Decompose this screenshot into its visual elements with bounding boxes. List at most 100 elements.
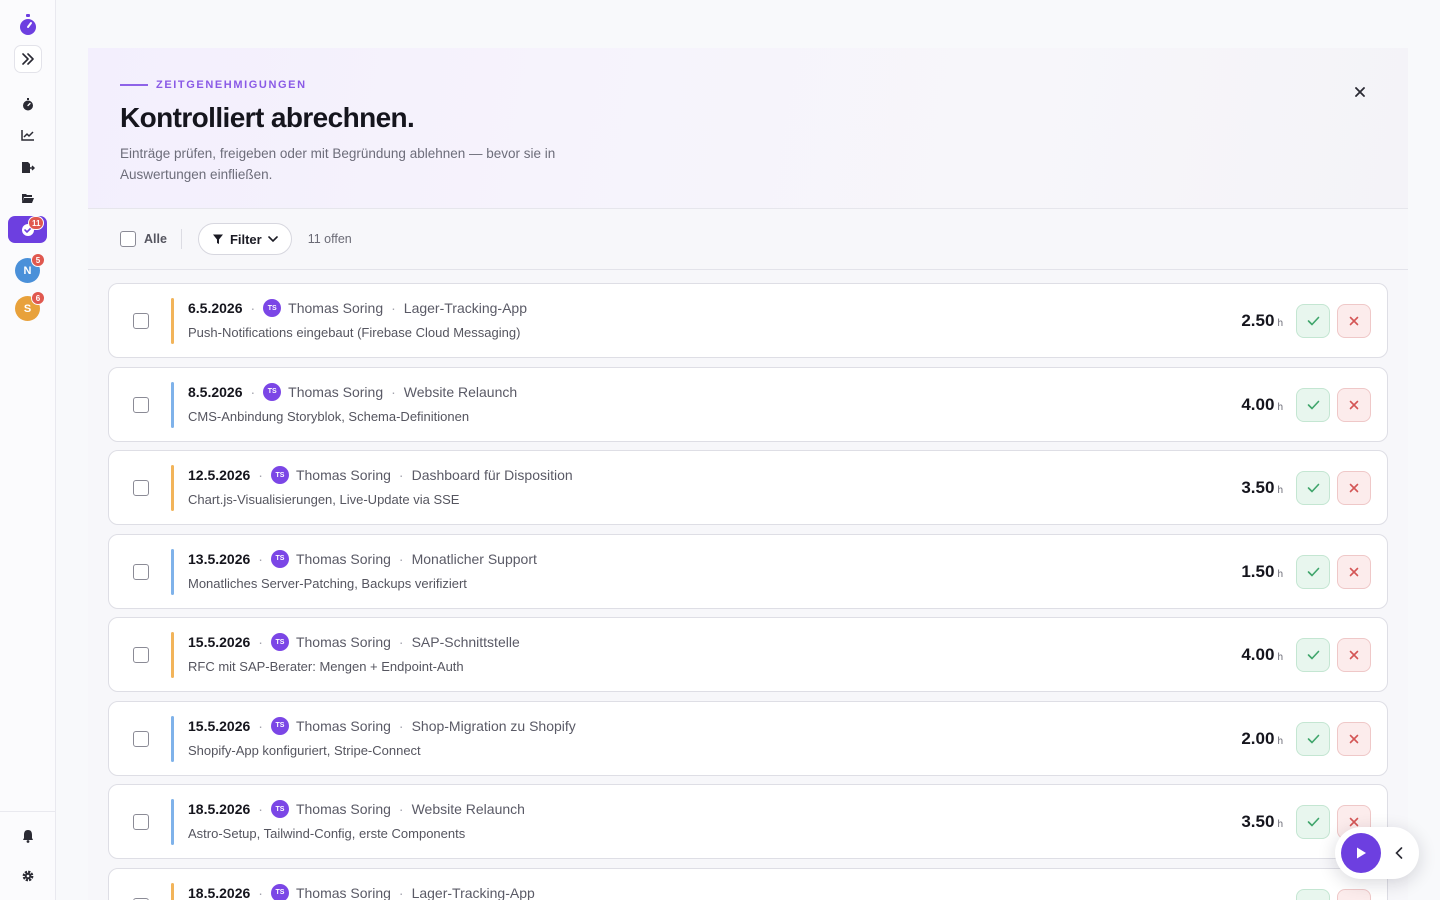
user-avatar: TS — [263, 299, 282, 317]
separator-dot: · — [250, 383, 256, 400]
hours-value: 3.50 — [1241, 478, 1275, 497]
project-color-bar — [171, 381, 174, 428]
settings-button[interactable] — [0, 868, 56, 884]
nav-timer[interactable] — [0, 96, 56, 112]
entry-meta: 18.5.2026 · TS Thomas Soring · Lager-Tracking… — [188, 883, 535, 900]
reject-button[interactable] — [1337, 387, 1371, 422]
entry-checkbox[interactable] — [133, 814, 149, 830]
entry-meta: 18.5.2026 · TS Thomas Soring · Website Relaun… — [188, 800, 525, 818]
approve-button[interactable] — [1296, 387, 1330, 422]
entry-description: Shopify-App konfiguriert, Stripe-Connect — [188, 742, 421, 758]
select-all-checkbox[interactable] — [120, 231, 136, 247]
approve-button[interactable] — [1296, 471, 1330, 505]
entry-project: Lager-Tracking-App — [403, 300, 527, 316]
nav-export[interactable] — [0, 159, 56, 175]
reject-button[interactable] — [1337, 554, 1371, 589]
approve-button[interactable] — [1296, 721, 1330, 756]
start-timer-button[interactable] — [1341, 833, 1381, 873]
approve-button[interactable] — [1296, 554, 1330, 589]
project-color-bar — [171, 799, 174, 845]
entry-hours: 3.50 h — [1241, 812, 1283, 832]
time-entry-row[interactable]: 15.5.2026 · TS Thomas Soring · SAP-Schnittste… — [108, 617, 1388, 692]
entry-project: Website Relaunch — [403, 383, 518, 400]
chevron-left-icon — [1395, 847, 1403, 859]
stopwatch-icon — [23, 97, 33, 110]
entry-user: Thomas Soring — [295, 801, 391, 817]
separator-dot: · — [258, 634, 263, 650]
time-entry-row[interactable]: 15.5.2026 · TS Thomas Soring · Shop-Migration… — [108, 700, 1388, 776]
entry-meta: 12.5.2026 · TS Thomas Soring · Dashboard für … — [188, 466, 573, 484]
check-icon — [1307, 400, 1319, 409]
hours-unit: h — [1277, 401, 1283, 413]
check-icon — [1307, 817, 1319, 827]
expand-sidebar-button[interactable] — [14, 45, 42, 73]
entry-hours: 4.00 h — [1241, 645, 1283, 665]
app-logo-stopwatch-icon[interactable] — [0, 12, 56, 38]
page-title: Kontrolliert abrechnen. — [120, 102, 415, 133]
approve-button[interactable] — [1296, 638, 1330, 672]
entry-project: Dashboard für Disposition — [411, 467, 573, 483]
open-count: 11 offen — [307, 232, 352, 246]
entry-date: 15.5.2026 — [188, 717, 251, 734]
approve-button[interactable] — [1296, 888, 1330, 900]
separator-dot: · — [398, 550, 404, 567]
workspace-n-badge: 5 — [31, 253, 45, 267]
page-subtitle: Einträge prüfen, freigeben oder mit Begr… — [120, 146, 556, 182]
user-avatar: TS — [270, 883, 289, 900]
workspace-avatar-n[interactable]: N 5 — [15, 253, 45, 283]
toolbar: Alle Filter 11 offen — [88, 209, 1408, 270]
time-entry-row[interactable]: 12.5.2026 · TS Thomas Soring · Dashboard für … — [108, 450, 1388, 525]
entry-checkbox[interactable] — [133, 480, 149, 496]
filter-button[interactable]: Filter — [197, 223, 292, 255]
entry-user: Thomas Soring — [295, 884, 391, 900]
approve-button[interactable] — [1296, 304, 1330, 338]
entry-checkbox[interactable] — [133, 313, 149, 329]
reject-button[interactable] — [1337, 721, 1371, 756]
folder-open-icon — [22, 194, 34, 203]
nav-approvals[interactable]: 11 — [8, 216, 47, 243]
hours-value: 1.50 — [1241, 561, 1275, 581]
entry-meta: 15.5.2026 · TS Thomas Soring · Shop-Migration… — [188, 716, 576, 735]
timer-widget — [1335, 827, 1419, 879]
hours-unit: h — [1277, 568, 1283, 580]
entry-checkbox[interactable] — [133, 563, 149, 580]
reject-button[interactable] — [1337, 638, 1371, 672]
entry-checkbox[interactable] — [133, 647, 149, 663]
user-avatar: TS — [270, 549, 289, 568]
time-entry-row[interactable]: 13.5.2026 · TS Thomas Soring · Monatlicher Su… — [108, 533, 1388, 609]
approvals-count-badge: 11 — [28, 216, 45, 230]
entry-hours: 3.50 h — [1241, 478, 1283, 498]
time-entry-row[interactable]: 8.5.2026 · TS Thomas Soring · Website Relaunc… — [108, 366, 1388, 442]
reject-button[interactable] — [1337, 888, 1371, 900]
collapse-timer-button[interactable] — [1389, 843, 1409, 863]
time-entry-row[interactable]: 6.5.2026 · TS Thomas Soring · Lager-Tracking-… — [108, 283, 1388, 358]
entry-project: Website Relaunch — [411, 801, 525, 817]
entry-checkbox[interactable] — [133, 396, 149, 413]
entry-checkbox[interactable] — [133, 730, 149, 747]
workspace-avatar-s[interactable]: S 6 — [15, 291, 45, 321]
separator-dot: · — [258, 550, 263, 567]
approve-button[interactable] — [1296, 805, 1330, 839]
x-icon — [1349, 817, 1359, 827]
entry-user: Thomas Soring — [295, 634, 391, 650]
hours-unit: h — [1277, 819, 1283, 830]
entry-project: Lager-Tracking-App — [411, 884, 535, 900]
check-icon — [1307, 483, 1319, 493]
entry-project: SAP-Schnittstelle — [411, 634, 520, 650]
reject-button[interactable] — [1337, 471, 1371, 505]
time-entry-row[interactable]: 18.5.2026 · TS Thomas Soring · Website Relaun… — [108, 784, 1388, 859]
hours-value: 2.00 — [1241, 728, 1275, 748]
reject-button[interactable] — [1337, 304, 1371, 338]
check-icon — [1307, 316, 1319, 326]
workspace-s-badge: 6 — [31, 291, 45, 305]
hours-unit: h — [1277, 735, 1283, 747]
nav-projects[interactable] — [0, 190, 56, 206]
entry-hours: 1.50 h — [1241, 562, 1283, 582]
notifications-button[interactable] — [0, 828, 56, 844]
project-color-bar — [171, 298, 174, 344]
hours-value: 3.50 — [1241, 812, 1275, 831]
close-button[interactable] — [1350, 82, 1370, 102]
time-entry-row[interactable]: 18.5.2026 · TS Thomas Soring · Lager-Tracking… — [108, 867, 1388, 900]
nav-reports[interactable] — [0, 127, 56, 143]
entry-meta: 8.5.2026 · TS Thomas Soring · Website Relaunc… — [188, 382, 518, 401]
